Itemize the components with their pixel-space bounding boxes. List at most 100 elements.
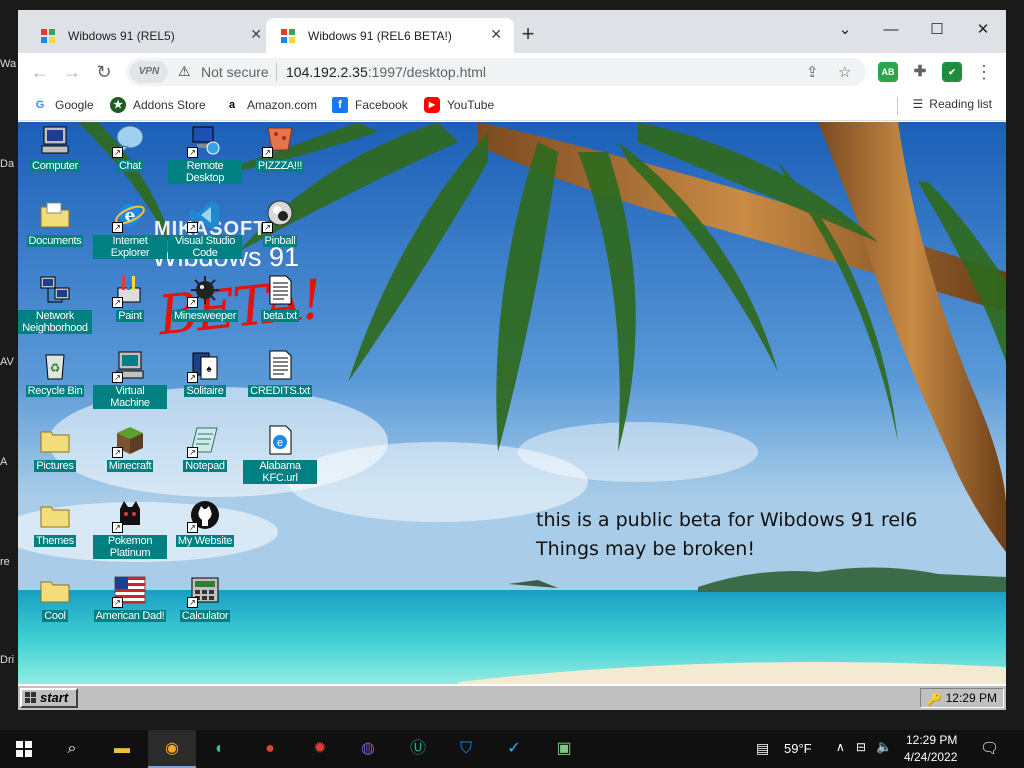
purple-app-icon[interactable]: ◍: [344, 730, 392, 768]
desktop-icon-label: Recycle Bin: [25, 385, 85, 397]
desktop-icon-beta-txt[interactable]: beta.txt: [243, 274, 317, 324]
beta-notice-line: this is a public beta for Wibdows 91 rel…: [536, 509, 918, 531]
tab-strip: Wibdows 91 (REL5) ✕ Wibdows 91 (REL6 BET…: [18, 10, 1006, 53]
monitor-app-icon[interactable]: ▣: [540, 730, 588, 768]
address-bar[interactable]: VPN ⚠ Not secure 104.192.2.35:1997/deskt…: [126, 58, 866, 86]
desktop-icon-cool[interactable]: Cool: [18, 574, 92, 624]
tab-rel6-beta[interactable]: Wibdows 91 (REL6 BETA!) ✕: [266, 18, 514, 53]
share-icon[interactable]: ⇪: [806, 63, 819, 81]
desktop-icon-label: Chat: [116, 160, 144, 172]
desktop-icon-minecraft[interactable]: ↗ Minecraft: [93, 424, 167, 474]
desktop-icon-network-neighborhood[interactable]: Network Neighborhood: [18, 274, 92, 336]
desktop-icon-remote-desktop[interactable]: ↗ Remote Desktop: [168, 124, 242, 186]
tab-search-icon[interactable]: ⌄: [822, 16, 868, 44]
desktop-icon-themes[interactable]: Themes: [18, 499, 92, 549]
shield-extension-icon[interactable]: ✔: [942, 62, 962, 82]
tab-rel5[interactable]: Wibdows 91 (REL5) ✕: [26, 18, 274, 53]
desktop-icon-label: Minecraft: [106, 460, 154, 472]
desktop-icon-label: Documents: [26, 235, 84, 247]
bookmark-amazon[interactable]: a Amazon.com: [224, 97, 317, 113]
reading-list-label: Reading list: [929, 97, 992, 111]
bookmark-addons-store[interactable]: ★ Addons Store: [110, 97, 206, 113]
bookmark-youtube[interactable]: ▶ YouTube: [424, 97, 494, 113]
desktop-icon-alabama-kfc-url[interactable]: e Alabama KFC.url: [243, 424, 317, 486]
host-edge-label: Dri: [0, 654, 15, 666]
shield-app-icon[interactable]: ⛉: [442, 730, 490, 768]
chevron-up-icon[interactable]: ∧: [836, 740, 845, 754]
bookmark-facebook[interactable]: f Facebook: [332, 97, 408, 113]
beta-notice-text: this is a public beta for Wibdows 91 rel…: [536, 506, 956, 564]
weather-icon[interactable]: ▤: [756, 740, 769, 757]
bookmark-star-icon[interactable]: ☆: [838, 63, 851, 81]
u-app-icon[interactable]: Ⓤ: [394, 730, 442, 768]
kebab-menu-icon[interactable]: ⋮: [972, 60, 996, 84]
desktop-icon-pizzza[interactable]: ↗ PIZZZA!!!: [243, 124, 317, 174]
windows-taskbar: ⌕ ▬ ◉ ◐ ● ✹ ◍ Ⓤ ⛉ ✓ ▣ ▤ 59°F ∧ ⊟ 🔈 12:29…: [0, 730, 1024, 768]
cards-icon: ♠ ↗: [187, 349, 221, 383]
close-tab-icon[interactable]: ✕: [490, 26, 502, 43]
desktop-icon-label: Remote Desktop: [168, 160, 242, 184]
pinball-icon: ↗: [262, 199, 296, 233]
weather-temperature[interactable]: 59°F: [784, 741, 812, 756]
red-app-icon[interactable]: ✹: [296, 730, 344, 768]
desktop-icon-my-website[interactable]: ↗ My Website: [168, 499, 242, 549]
desktop-icon-pictures[interactable]: Pictures: [18, 424, 92, 474]
reload-icon[interactable]: ↻: [92, 60, 116, 84]
desktop-icon-pinball[interactable]: ↗ Pinball: [243, 199, 317, 249]
network-tray-icon[interactable]: ⊟: [856, 740, 866, 754]
desktop-icon-pokemon-platinum[interactable]: ↗ Pokemon Platinum: [93, 499, 167, 561]
not-secure-label[interactable]: Not secure: [201, 64, 269, 80]
desktop-icon-label: Calculator: [179, 610, 231, 622]
desktop-icon-vscode[interactable]: ↗ Visual Studio Code: [168, 199, 242, 261]
remote-desktop-icon: ↗: [187, 124, 221, 158]
wibdows-favicon-icon: [41, 29, 55, 43]
start-button[interactable]: start: [20, 688, 78, 708]
youtube-icon: ▶: [424, 97, 440, 113]
windows-start-icon[interactable]: [0, 730, 48, 768]
desktop-icon-virtual-machine[interactable]: ↗ Virtual Machine: [93, 349, 167, 411]
addons-store-icon: ★: [110, 97, 126, 113]
url-host: 104.192.2.35: [286, 64, 368, 80]
minimize-button[interactable]: —: [868, 16, 914, 44]
desktop-icon-computer[interactable]: Computer: [18, 124, 92, 174]
edge-icon[interactable]: ◐: [196, 730, 244, 768]
volume-icon[interactable]: 🔈: [876, 739, 892, 755]
url-text[interactable]: 104.192.2.35:1997/desktop.html: [286, 64, 486, 80]
forward-arrow-icon[interactable]: →: [60, 60, 84, 84]
notification-icon[interactable]: 🗨: [980, 739, 999, 757]
clock-time[interactable]: 12:29 PM: [906, 733, 957, 747]
desktop-icon-minesweeper[interactable]: ↗ Minesweeper: [168, 274, 242, 324]
maximize-button[interactable]: ☐: [914, 16, 960, 44]
puzzle-extensions-icon[interactable]: ✚: [910, 62, 930, 82]
desktop-icon-paint[interactable]: ↗ Paint: [93, 274, 167, 324]
desktop-icon-recycle-bin[interactable]: ♻ Recycle Bin: [18, 349, 92, 399]
adblock-extension-icon[interactable]: AB: [878, 62, 898, 82]
bookmark-google[interactable]: G Google: [32, 97, 94, 113]
close-tab-icon[interactable]: ✕: [250, 26, 262, 43]
desktop-icon-calculator[interactable]: ↗ Calculator: [168, 574, 242, 624]
vpn-badge[interactable]: VPN: [130, 61, 168, 83]
wibdows-favicon-icon: [281, 29, 295, 43]
browser-vpn-icon[interactable]: ◉: [148, 730, 196, 768]
check-shield-app-icon[interactable]: ✓: [490, 730, 538, 768]
reading-list-button[interactable]: ☰ Reading list: [913, 97, 992, 111]
web-page-wibdows-desktop: MIKASOFT Wibdows 91 BETA! Computer ↗Chat…: [18, 122, 1006, 710]
search-icon[interactable]: ⌕: [48, 730, 96, 768]
close-window-button[interactable]: ✕: [960, 16, 1006, 44]
desktop-icon-chat[interactable]: ↗ Chat: [93, 124, 167, 174]
desktop-icon-notepad[interactable]: ↗ Notepad: [168, 424, 242, 474]
desktop-icon-solitaire[interactable]: ♠ ↗ Solitaire: [168, 349, 242, 399]
wibdows-system-tray[interactable]: 🔑 12:29 PM: [920, 688, 1004, 708]
file-explorer-icon[interactable]: ▬: [98, 730, 146, 768]
desktop-icon-label: My Website: [175, 535, 235, 547]
desktop-icon-documents[interactable]: Documents: [18, 199, 92, 249]
desktop-icon-american-dad[interactable]: ↗ American Dad!: [93, 574, 167, 624]
chrome-icon[interactable]: ●: [246, 730, 294, 768]
back-arrow-icon[interactable]: ←: [28, 60, 52, 84]
grass-block-icon: ↗: [112, 424, 146, 458]
warning-triangle-icon[interactable]: ⚠: [178, 63, 191, 80]
desktop-icon-internet-explorer[interactable]: e ↗ Internet Explorer: [93, 199, 167, 261]
desktop-icon-credits-txt[interactable]: CREDITS.txt: [243, 349, 317, 399]
new-tab-button[interactable]: +: [516, 22, 540, 46]
clock-date[interactable]: 4/24/2022: [904, 750, 957, 764]
